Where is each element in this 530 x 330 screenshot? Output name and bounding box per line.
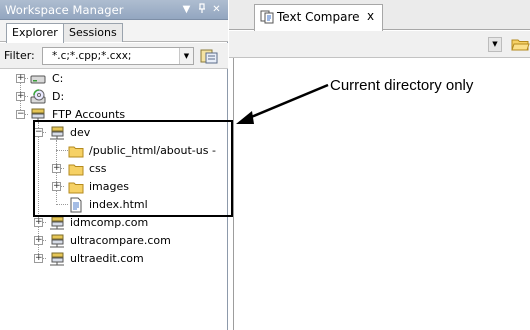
tree-item-label: ultracompare.com: [70, 234, 171, 247]
document-tab-strip: Text Compare x: [229, 0, 530, 31]
tree-item-ultraedit[interactable]: + ultraedit.com: [0, 250, 228, 268]
tree-item-label: C:: [52, 72, 64, 85]
tab-explorer[interactable]: Explorer: [6, 23, 64, 43]
expand-icon[interactable]: +: [34, 218, 43, 227]
close-icon[interactable]: ✕: [210, 3, 223, 16]
current-directory-highlight: [33, 120, 233, 217]
ftp-server-icon: [50, 252, 64, 266]
filter-options-icon[interactable]: [200, 48, 218, 64]
tab-text-compare[interactable]: Text Compare x: [254, 4, 383, 31]
expand-icon[interactable]: +: [16, 92, 25, 101]
ftp-server-icon: [50, 234, 64, 248]
filter-combo[interactable]: *.c;*.cpp;*.cxx; ▼: [42, 47, 194, 65]
tree-item-d-drive[interactable]: + D:: [0, 88, 228, 106]
callout-label: Current directory only: [330, 77, 474, 94]
filter-label: Filter:: [4, 49, 35, 62]
close-tab-icon[interactable]: x: [367, 9, 374, 23]
cd-drive-icon: [30, 89, 46, 104]
panel-title-bar: Workspace Manager ▼ ✕: [0, 0, 228, 20]
ftp-server-icon: [50, 216, 64, 230]
tree-item-label: idmcomp.com: [70, 216, 149, 229]
panel-tabs: Explorer Sessions: [0, 20, 228, 43]
tree-item-c-drive[interactable]: + C:: [0, 70, 228, 88]
tree-item-label: D:: [52, 90, 65, 103]
panel-title: Workspace Manager: [5, 3, 124, 17]
expand-icon[interactable]: +: [34, 236, 43, 245]
pin-icon[interactable]: [195, 3, 208, 16]
tree-item-ultracompare[interactable]: + ultracompare.com: [0, 232, 228, 250]
drive-icon: [30, 75, 46, 84]
editor-panel: Text Compare x ▼: [229, 0, 530, 330]
expand-icon[interactable]: +: [16, 74, 25, 83]
chevron-down-icon[interactable]: ▼: [179, 48, 193, 64]
collapse-icon[interactable]: −: [16, 110, 25, 119]
tree-item-label: ultraedit.com: [70, 252, 144, 265]
text-compare-icon: [260, 10, 274, 24]
expand-icon[interactable]: +: [34, 254, 43, 263]
open-folder-icon[interactable]: [511, 36, 530, 52]
document-tab-label: Text Compare: [277, 10, 360, 24]
dropdown-icon[interactable]: ▼: [180, 3, 193, 16]
filter-value: *.c;*.cpp;*.cxx;: [52, 50, 132, 62]
callout-arrow-icon: [236, 83, 329, 124]
filter-bar: Filter: *.c;*.cpp;*.cxx; ▼: [0, 43, 228, 69]
tab-sessions[interactable]: Sessions: [63, 23, 123, 42]
compare-toolbar: ▼: [229, 31, 530, 58]
chevron-down-icon[interactable]: ▼: [488, 37, 502, 52]
